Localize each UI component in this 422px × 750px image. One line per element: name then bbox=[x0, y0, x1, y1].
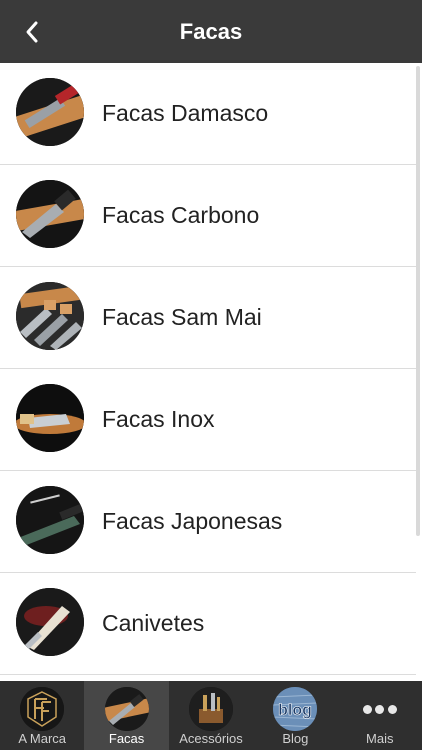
japanese-knife-thumbnail bbox=[16, 486, 84, 554]
list-item-facas-sam-mai[interactable]: Facas Sam Mai bbox=[0, 267, 416, 369]
list-item-canivetes[interactable]: Canivetes bbox=[0, 573, 416, 675]
sam-mai-knives-thumbnail bbox=[16, 282, 84, 350]
tab-mais[interactable]: Mais bbox=[338, 681, 422, 750]
tab-label: Facas bbox=[108, 731, 145, 746]
list-item-label: Facas Sam Mai bbox=[102, 304, 262, 330]
stainless-knife-thumbnail bbox=[16, 384, 84, 452]
pocket-knife-thumbnail bbox=[16, 588, 84, 656]
list-item-label: Facas Carbono bbox=[102, 202, 260, 228]
brand-logo-icon bbox=[20, 687, 65, 731]
svg-text:blog: blog bbox=[278, 702, 312, 719]
list-item-label: Facas Damasco bbox=[102, 100, 269, 126]
tab-label: Acessórios bbox=[179, 731, 243, 746]
list-item-label: Canivetes bbox=[102, 610, 205, 636]
list-item-facas-japonesas[interactable]: Facas Japonesas bbox=[0, 471, 416, 573]
blog-icon: blog bbox=[273, 687, 318, 731]
carbon-knife-thumbnail bbox=[16, 180, 84, 248]
navigation-bar: Facas bbox=[0, 0, 422, 63]
more-dots-icon bbox=[362, 705, 397, 715]
list-item-label: Facas Inox bbox=[102, 406, 215, 432]
tab-facas[interactable]: Facas bbox=[84, 681, 169, 750]
list-item-facas-carbono[interactable]: Facas Carbono bbox=[0, 165, 416, 267]
category-list: Facas Damasco Facas Carbono Facas Sam Ma… bbox=[0, 63, 416, 681]
tab-bar: A Marca Facas Acessórios blog Blog Mais bbox=[0, 681, 422, 750]
list-item-facas-inox[interactable]: Facas Inox bbox=[0, 369, 416, 471]
tab-label: Mais bbox=[366, 731, 394, 746]
page-title: Facas bbox=[179, 19, 243, 44]
tab-label: Blog bbox=[282, 731, 309, 746]
damascus-knife-thumbnail bbox=[16, 78, 84, 146]
accessories-icon bbox=[188, 687, 233, 731]
scrollbar[interactable] bbox=[416, 66, 420, 536]
tab-acessorios[interactable]: Acessórios bbox=[169, 681, 253, 750]
tab-a-marca[interactable]: A Marca bbox=[0, 681, 84, 750]
list-item-label: Facas Japonesas bbox=[102, 508, 283, 534]
knife-icon bbox=[104, 687, 149, 731]
tab-label: A Marca bbox=[18, 731, 67, 746]
tab-blog[interactable]: blog Blog bbox=[253, 681, 337, 750]
list-item-facas-damasco[interactable]: Facas Damasco bbox=[0, 63, 416, 165]
